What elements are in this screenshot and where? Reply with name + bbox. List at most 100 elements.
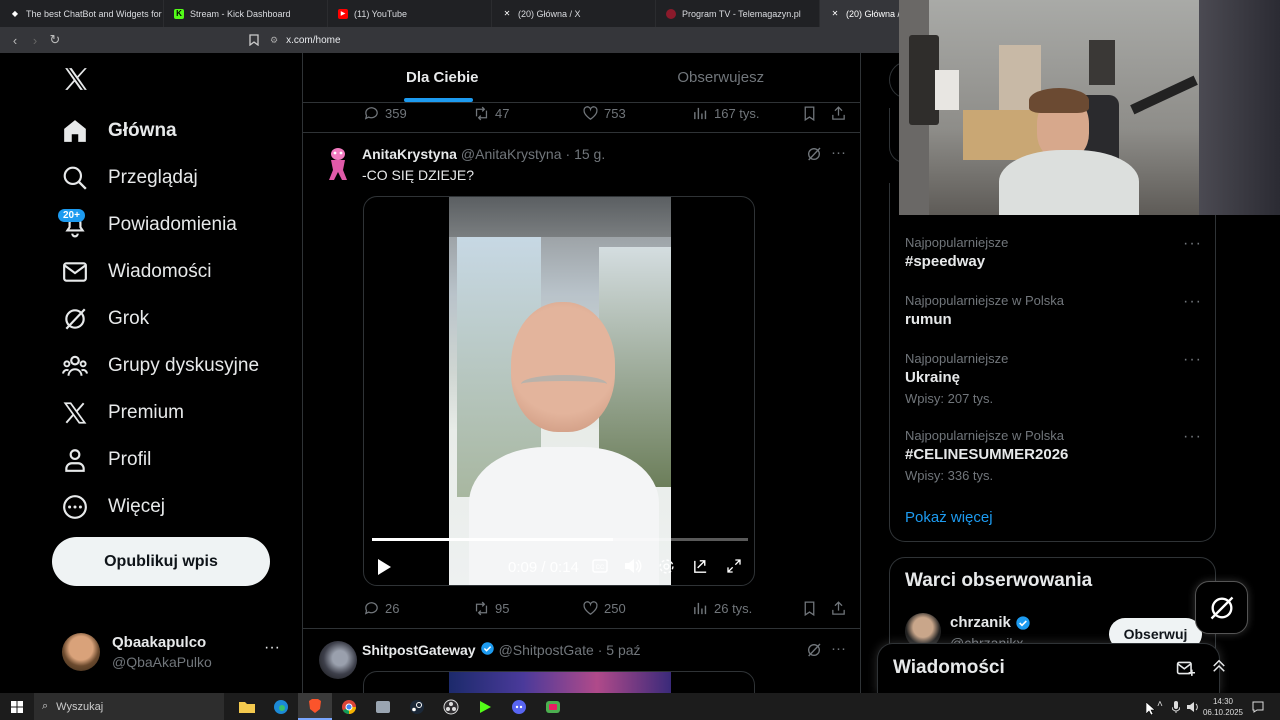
more-dots-icon[interactable]: ··· bbox=[1183, 351, 1202, 369]
play-icon[interactable] bbox=[376, 558, 392, 581]
video-player[interactable]: 0:09 / 0:14 CC bbox=[363, 196, 755, 586]
reload-icon[interactable]: ↻ bbox=[45, 30, 65, 50]
reply-button[interactable]: 26 bbox=[363, 600, 399, 617]
x-logo-icon[interactable] bbox=[63, 67, 89, 96]
views-button[interactable]: 167 tys. bbox=[692, 105, 760, 122]
tweet-author-handle[interactable]: @AnitaKrystyna bbox=[461, 146, 562, 162]
nav-profile[interactable]: Profil bbox=[62, 440, 151, 480]
more-dots-icon[interactable]: ··· bbox=[831, 640, 846, 657]
chatbot-app-icon[interactable] bbox=[536, 693, 570, 720]
nav-communities[interactable]: Grupy dyskusyjne bbox=[62, 346, 259, 386]
browser-tab-4[interactable]: ✕ (20) Główna / X bbox=[492, 0, 656, 27]
fullscreen-icon[interactable] bbox=[726, 558, 742, 579]
speaker-icon[interactable] bbox=[1187, 700, 1200, 718]
avatar[interactable] bbox=[319, 641, 357, 679]
clock[interactable]: 14:30 06.10.2025 bbox=[1200, 696, 1246, 718]
share-button[interactable] bbox=[830, 105, 847, 122]
nav-explore[interactable]: Przeglądaj bbox=[62, 158, 198, 198]
kick-app-icon[interactable] bbox=[468, 693, 502, 720]
back-icon[interactable]: ‹ bbox=[5, 30, 25, 50]
site-settings-icon[interactable]: ⚙ bbox=[270, 35, 278, 46]
account-switcher[interactable]: Qbaakapulco @QbaAkaPulko ··· bbox=[62, 631, 287, 675]
follow-suggestion-name[interactable]: chrzanik bbox=[950, 614, 1031, 631]
trend-item[interactable]: Najpopularniejsze Ukrainę Wpisy: 207 tys… bbox=[905, 351, 1205, 406]
captions-icon[interactable]: CC bbox=[592, 559, 608, 578]
bookmark-button[interactable] bbox=[801, 105, 818, 122]
tray-chevron-icon[interactable]: ˄ bbox=[1157, 699, 1163, 710]
more-dots-icon[interactable]: ··· bbox=[264, 639, 280, 657]
brave-icon[interactable] bbox=[298, 693, 332, 720]
messages-drawer-title: Wiadomości bbox=[893, 657, 1005, 678]
browser-tab-5[interactable]: Program TV - Telemagazyn.pl bbox=[656, 0, 820, 27]
tweet-author-name[interactable]: AnitaKrystyna bbox=[362, 146, 457, 162]
left-navigation: Główna Przeglądaj 20+ Powiadomienia Wiad… bbox=[0, 53, 302, 693]
nav-grok[interactable]: Grok bbox=[62, 299, 149, 339]
more-dots-icon[interactable]: ··· bbox=[831, 144, 846, 161]
trend-item[interactable]: Najpopularniejsze #speedway bbox=[905, 235, 1205, 270]
obs-icon[interactable] bbox=[434, 693, 468, 720]
nav-premium[interactable]: Premium bbox=[62, 393, 184, 433]
more-dots-icon[interactable]: ··· bbox=[1183, 428, 1202, 446]
tweet-time[interactable]: · 5 paź bbox=[598, 642, 641, 658]
video-player[interactable] bbox=[363, 671, 755, 693]
show-more-link[interactable]: Pokaż więcej bbox=[905, 509, 993, 526]
bookmark-icon[interactable] bbox=[244, 30, 264, 50]
grok-icon[interactable] bbox=[806, 642, 822, 663]
notification-center-icon[interactable] bbox=[1252, 700, 1264, 718]
steam-icon[interactable] bbox=[400, 693, 434, 720]
nav-messages[interactable]: Wiadomości bbox=[62, 252, 211, 292]
reply-button[interactable]: 359 bbox=[363, 105, 407, 122]
nav-more[interactable]: Więcej bbox=[62, 487, 165, 527]
prev-tweet-actions: 359 47 753 167 tys. bbox=[363, 101, 845, 125]
microphone-icon[interactable] bbox=[1171, 700, 1181, 718]
more-dots-icon[interactable]: ··· bbox=[1183, 235, 1202, 253]
grok-icon[interactable] bbox=[806, 146, 822, 167]
chrome-icon[interactable] bbox=[332, 693, 366, 720]
video-progress-track[interactable] bbox=[372, 538, 748, 541]
bookmark-button[interactable] bbox=[801, 600, 818, 617]
nav-home[interactable]: Główna bbox=[62, 111, 177, 151]
browser-tab-2[interactable]: K Stream - Kick Dashboard bbox=[164, 0, 328, 27]
tab-following[interactable]: Obserwujesz bbox=[582, 53, 861, 102]
file-explorer-icon[interactable] bbox=[230, 693, 264, 720]
discord-icon[interactable] bbox=[502, 693, 536, 720]
volume-icon[interactable] bbox=[624, 558, 642, 579]
new-message-icon[interactable] bbox=[1176, 659, 1195, 682]
settings-icon[interactable] bbox=[658, 558, 675, 580]
more-dots-icon[interactable]: ··· bbox=[1183, 293, 1202, 311]
views-button[interactable]: 26 tys. bbox=[692, 600, 752, 617]
tweet-author-handle[interactable]: @ShitpostGate bbox=[499, 642, 594, 658]
repost-button[interactable]: 95 bbox=[473, 600, 509, 617]
url-field[interactable]: ⚙ x.com/home bbox=[270, 31, 341, 49]
divider bbox=[303, 132, 860, 133]
heart-icon bbox=[583, 105, 598, 120]
taskbar-search[interactable]: ⌕ Wyszukaj bbox=[34, 693, 224, 720]
browser-tab-6-active[interactable]: ✕(20) Główna / X bbox=[820, 0, 900, 27]
trend-item[interactable]: Najpopularniejsze w Polska rumun bbox=[905, 293, 1205, 328]
like-button[interactable]: 753 bbox=[582, 105, 626, 122]
share-button[interactable] bbox=[830, 600, 847, 617]
nav-notifications[interactable]: 20+ Powiadomienia bbox=[58, 205, 237, 245]
expand-icon[interactable] bbox=[1210, 657, 1228, 680]
tweet-time[interactable]: · 15 g. bbox=[566, 146, 606, 162]
tweet-author-name[interactable]: ShitpostGateway bbox=[362, 642, 476, 658]
account-name: Qbaakapulco bbox=[112, 634, 207, 651]
forward-icon[interactable]: › bbox=[25, 30, 45, 50]
browser-tab-1[interactable]: ◆ The best ChatBot and Widgets for Ki bbox=[0, 0, 164, 27]
trend-item[interactable]: Najpopularniejsze w Polska #CELINESUMMER… bbox=[905, 428, 1205, 483]
browser-tab-3[interactable]: ▶ (11) YouTube bbox=[328, 0, 492, 27]
post-button[interactable]: Opublikuj wpis bbox=[52, 537, 270, 586]
repost-icon bbox=[475, 601, 488, 615]
messages-drawer[interactable]: Wiadomości bbox=[877, 643, 1225, 693]
avatar[interactable] bbox=[319, 145, 357, 183]
edge-icon[interactable] bbox=[264, 693, 298, 720]
app-icon[interactable] bbox=[366, 693, 400, 720]
tab-for-you[interactable]: Dla Ciebie bbox=[303, 53, 582, 102]
windows-start-icon[interactable] bbox=[0, 693, 34, 720]
telemagazyn-favicon-icon bbox=[666, 8, 676, 19]
repost-button[interactable]: 47 bbox=[473, 105, 509, 122]
like-button[interactable]: 250 bbox=[582, 600, 626, 617]
tweet-text: -CO SIĘ DZIEJE? bbox=[362, 167, 475, 183]
grok-floating-button[interactable] bbox=[1195, 581, 1248, 634]
picture-in-picture-icon[interactable] bbox=[692, 558, 709, 580]
